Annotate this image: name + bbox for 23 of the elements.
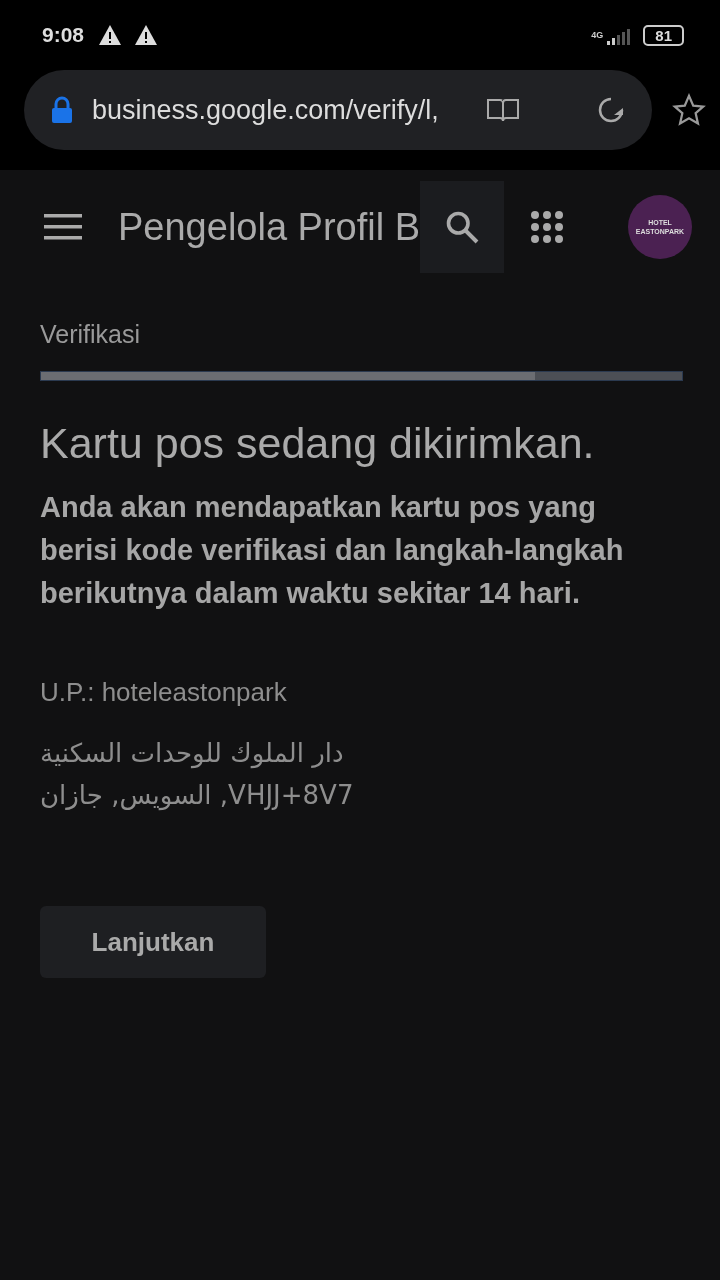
- battery-level: 81: [643, 24, 684, 46]
- address-line: VHJJ+8V7, السويس, جازان: [40, 779, 354, 813]
- address-line: دار الملوك للوحدات السكنية: [40, 737, 344, 771]
- menu-icon[interactable]: [44, 214, 82, 240]
- warning-icon: [134, 24, 159, 46]
- search-button[interactable]: [420, 181, 505, 273]
- address-bar[interactable]: business.google.com/verify/l,: [24, 70, 652, 150]
- star-icon[interactable]: [672, 93, 706, 127]
- clock-time: 9:08: [42, 23, 85, 47]
- app-title: Pengelola Profil B: [118, 205, 421, 249]
- account-text: U.P.: hoteleastonpark: [40, 677, 287, 708]
- lock-icon: [50, 96, 74, 124]
- search-icon: [444, 209, 481, 245]
- book-icon[interactable]: [486, 97, 520, 123]
- apps-grid-icon[interactable]: [530, 210, 565, 244]
- reload-icon[interactable]: [596, 95, 626, 125]
- url-text: business.google.com/verify/l,: [92, 94, 440, 126]
- section-label: Verifikasi: [40, 320, 141, 349]
- description-text: Anda akan mendapatkan kartu pos yang berisi kode verifikasi dan langkah-langkah berikutnya dalam waktu sekitar 14 hari.: [40, 490, 625, 611]
- warning-icon: [98, 24, 123, 46]
- continue-button[interactable]: Lanjutkan: [40, 906, 266, 978]
- page-heading: Kartu pos sedang dikirimkan.: [40, 419, 595, 468]
- network-label: 4G: [591, 30, 604, 40]
